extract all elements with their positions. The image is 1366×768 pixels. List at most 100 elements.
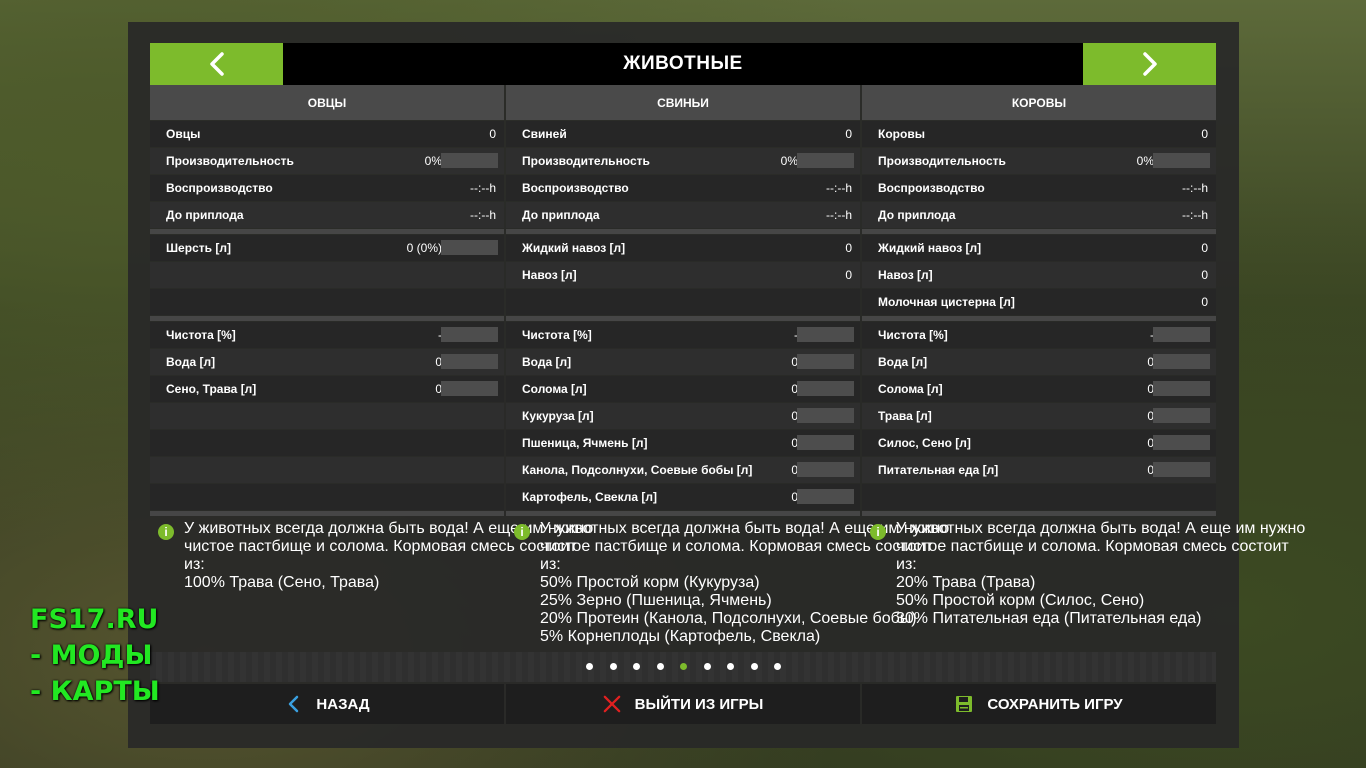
stat-label: Производительность <box>522 154 650 168</box>
next-page-button[interactable] <box>1083 43 1216 85</box>
stat-label: Чистота [%] <box>522 328 592 342</box>
stat-row: До приплода --:--h <box>862 202 1216 228</box>
stat-value: --:--h <box>470 208 496 222</box>
info-line: 5% Корнеплоды (Картофель, Свекла) <box>540 628 821 645</box>
stat-row: Трава [л] 0 <box>862 403 1216 429</box>
level-bar <box>797 408 854 423</box>
watermark-line: FS17.RU <box>30 604 159 635</box>
page-dot[interactable] <box>680 663 687 670</box>
info-line: 20% Протеин (Канола, Подсолнухи, Соевые … <box>540 610 917 627</box>
stat-row <box>150 403 504 429</box>
stat-label: До приплода <box>878 208 956 222</box>
column-header: КОРОВЫ <box>862 85 1216 120</box>
section-divider <box>506 316 860 321</box>
footer-bar: НАЗАД ВЫЙТИ ИЗ ИГРЫ СОХРАНИТЬ ИГРУ <box>150 684 1216 724</box>
stat-row <box>150 484 504 510</box>
info-line: 25% Зерно (Пшеница, Ячмень) <box>540 592 772 609</box>
section-divider <box>150 229 504 234</box>
stat-value: 0 <box>1201 268 1208 282</box>
page-dot[interactable] <box>586 663 593 670</box>
stat-row: Кукуруза [л] 0 <box>506 403 860 429</box>
animal-column: ОВЦЫ Овцы 0 Производительность 0% Воспроизвод… <box>150 85 593 626</box>
back-button[interactable]: НАЗАД <box>150 684 504 724</box>
stat-value: 0 (0%) <box>406 241 442 255</box>
stat-label: Кукуруза [л] <box>522 409 594 423</box>
level-bar <box>797 327 854 342</box>
stat-row <box>150 430 504 456</box>
info-line: чистое пастбище и солома. Кормовая смесь… <box>184 538 577 555</box>
stat-label: Пшеница, Ячмень [л] <box>522 436 648 450</box>
page-dot[interactable] <box>727 663 734 670</box>
stat-row <box>150 457 504 483</box>
info-line: У животных всегда должна быть вода! А ещ… <box>540 520 950 537</box>
stat-label: Питательная еда [л] <box>878 463 999 477</box>
stat-row: Овцы 0 <box>150 121 504 147</box>
chevron-left-icon <box>209 52 224 76</box>
info-line: чистое пастбище и солома. Кормовая смесь… <box>540 538 933 555</box>
level-bar <box>797 435 854 450</box>
watermark-line: - МОДЫ <box>30 640 153 671</box>
info-line: чистое пастбище и солома. Кормовая смесь… <box>896 538 1289 555</box>
stat-row: Производительность 0% <box>506 148 860 174</box>
stat-row: Пшеница, Ячмень [л] 0 <box>506 430 860 456</box>
info-line: У животных всегда должна быть вода! А ещ… <box>896 520 1306 537</box>
stat-label: Воспроизводство <box>522 181 629 195</box>
save-game-button[interactable]: СОХРАНИТЬ ИГРУ <box>862 684 1216 724</box>
stat-value: 0 <box>845 241 852 255</box>
level-bar <box>1153 327 1210 342</box>
stat-label: Воспроизводство <box>166 181 273 195</box>
stat-label: Силос, Сено [л] <box>878 436 971 450</box>
site-watermark: FS17.RU - МОДЫ - КАРТЫ <box>30 602 160 710</box>
page-dot[interactable] <box>609 663 617 670</box>
back-button-label: НАЗАД <box>316 695 370 713</box>
quit-game-label: ВЫЙТИ ИЗ ИГРЫ <box>634 695 764 713</box>
stat-value: 0 <box>1201 127 1208 141</box>
feeding-info: iУ животных всегда должна быть вода! А е… <box>150 516 593 626</box>
quit-game-button[interactable]: ВЫЙТИ ИЗ ИГРЫ <box>506 684 860 724</box>
stat-label: Коровы <box>878 127 925 141</box>
info-icon: i <box>158 524 174 540</box>
stat-row: До приплода --:--h <box>150 202 504 228</box>
stat-label: Вода [л] <box>878 355 928 369</box>
level-bar <box>1153 354 1210 369</box>
stat-label: Солома [л] <box>878 382 943 396</box>
info-text: У животных всегда должна быть вода! А ещ… <box>896 520 1306 628</box>
level-bar <box>441 153 498 168</box>
info-text: У животных всегда должна быть вода! А ещ… <box>540 520 950 646</box>
stat-value: 0% <box>1136 154 1154 168</box>
stat-row: Жидкий навоз [л] 0 <box>862 235 1216 261</box>
stat-value: --:--h <box>826 208 852 222</box>
info-icon: i <box>514 524 530 540</box>
info-line: из: <box>896 556 917 573</box>
column-header: СВИНЬИ <box>506 85 860 120</box>
info-icon: i <box>870 524 886 540</box>
level-bar <box>797 381 854 396</box>
stat-label: Шерсть [л] <box>166 241 231 255</box>
stat-row: Производительность 0% <box>150 148 504 174</box>
page-dot[interactable] <box>633 663 640 670</box>
section-divider <box>862 229 1216 234</box>
stat-value: 0 <box>845 127 852 141</box>
page-dot[interactable] <box>774 663 781 670</box>
stat-row: Чистота [%] - <box>506 322 860 348</box>
stat-row: Воспроизводство --:--h <box>150 175 504 201</box>
level-bar <box>797 354 854 369</box>
stat-row: Питательная еда [л] 0 <box>862 457 1216 483</box>
page-dot[interactable] <box>656 663 664 670</box>
stat-row: До приплода --:--h <box>506 202 860 228</box>
stat-row <box>506 289 860 315</box>
stat-value: --:--h <box>826 181 852 195</box>
stat-value: --:--h <box>1182 208 1208 222</box>
back-arrow-icon <box>284 695 302 713</box>
stat-label: Навоз [л] <box>878 268 933 282</box>
info-line: из: <box>540 556 561 573</box>
animal-column: КОРОВЫ Коровы 0 Производительность 0% Воспрои… <box>862 85 1305 627</box>
level-bar <box>797 462 854 477</box>
page-dot[interactable] <box>703 663 711 670</box>
prev-page-button[interactable] <box>150 43 283 85</box>
page-dot[interactable] <box>750 663 758 670</box>
info-line: из: <box>184 556 205 573</box>
info-line: 100% Трава (Сено, Трава) <box>184 574 380 591</box>
stat-row: Производительность 0% <box>862 148 1216 174</box>
stat-row: Молочная цистерна [л] 0 <box>862 289 1216 315</box>
